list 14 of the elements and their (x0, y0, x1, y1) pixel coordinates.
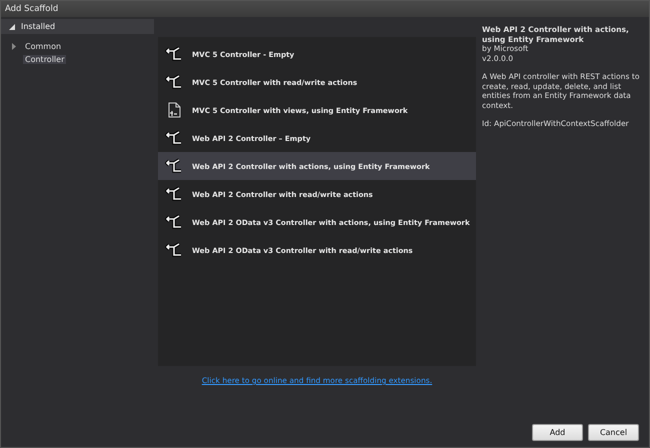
window-title: Add Scaffold (5, 4, 58, 14)
arrows-icon (165, 157, 183, 175)
arrows-icon (165, 129, 183, 147)
add-button[interactable]: Add (532, 424, 583, 441)
cancel-button[interactable]: Cancel (588, 424, 639, 441)
arrows-icon (165, 73, 183, 91)
arrows-icon (165, 45, 183, 63)
tree-item[interactable]: Controller (23, 55, 66, 64)
arrows-icon (165, 213, 183, 231)
arrows-icon (165, 241, 183, 259)
arrows-icon (165, 185, 183, 203)
tree-item[interactable]: Common (23, 42, 64, 51)
tree-header[interactable]: Installed (1, 19, 154, 34)
expanded-arrow-icon (9, 24, 15, 30)
